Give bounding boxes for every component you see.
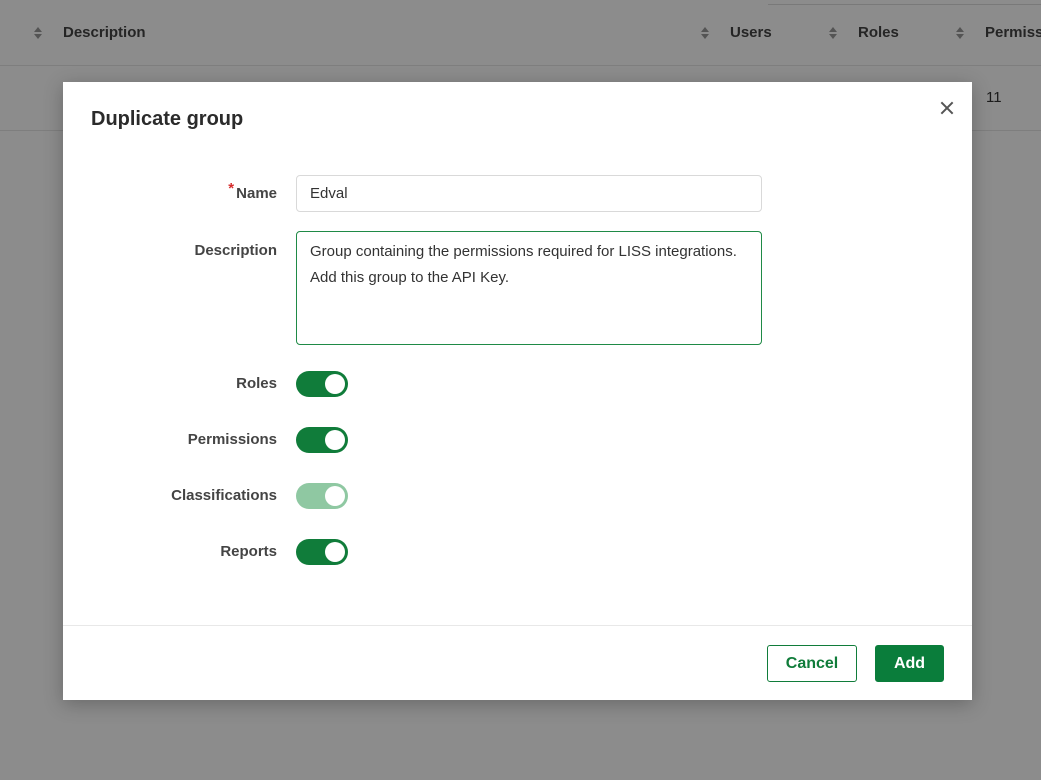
- reports-toggle[interactable]: [296, 539, 348, 565]
- roles-toggle[interactable]: [296, 371, 348, 397]
- permissions-toggle[interactable]: [296, 427, 348, 453]
- permissions-label: Permissions: [187, 431, 277, 448]
- roles-label: Roles: [236, 375, 277, 392]
- classifications-toggle: [296, 483, 348, 509]
- close-icon[interactable]: [935, 96, 959, 120]
- name-label: * Name: [228, 180, 277, 202]
- add-button[interactable]: Add: [875, 645, 944, 682]
- description-textarea[interactable]: Group containing the permissions require…: [296, 231, 762, 345]
- required-marker: *: [228, 180, 235, 197]
- classifications-label: Classifications: [171, 487, 277, 504]
- dialog-footer-divider: [63, 625, 972, 626]
- toggle-knob: [325, 430, 345, 450]
- name-input[interactable]: [296, 175, 762, 212]
- description-label: Description: [194, 242, 277, 259]
- toggle-knob: [325, 542, 345, 562]
- duplicate-group-dialog: Duplicate group *Name Description Group …: [63, 82, 972, 700]
- reports-label: Reports: [220, 543, 277, 560]
- toggle-knob: [325, 374, 345, 394]
- cancel-button[interactable]: Cancel: [767, 645, 857, 682]
- dialog-title: Duplicate group: [91, 108, 244, 130]
- toggle-knob: [325, 486, 345, 506]
